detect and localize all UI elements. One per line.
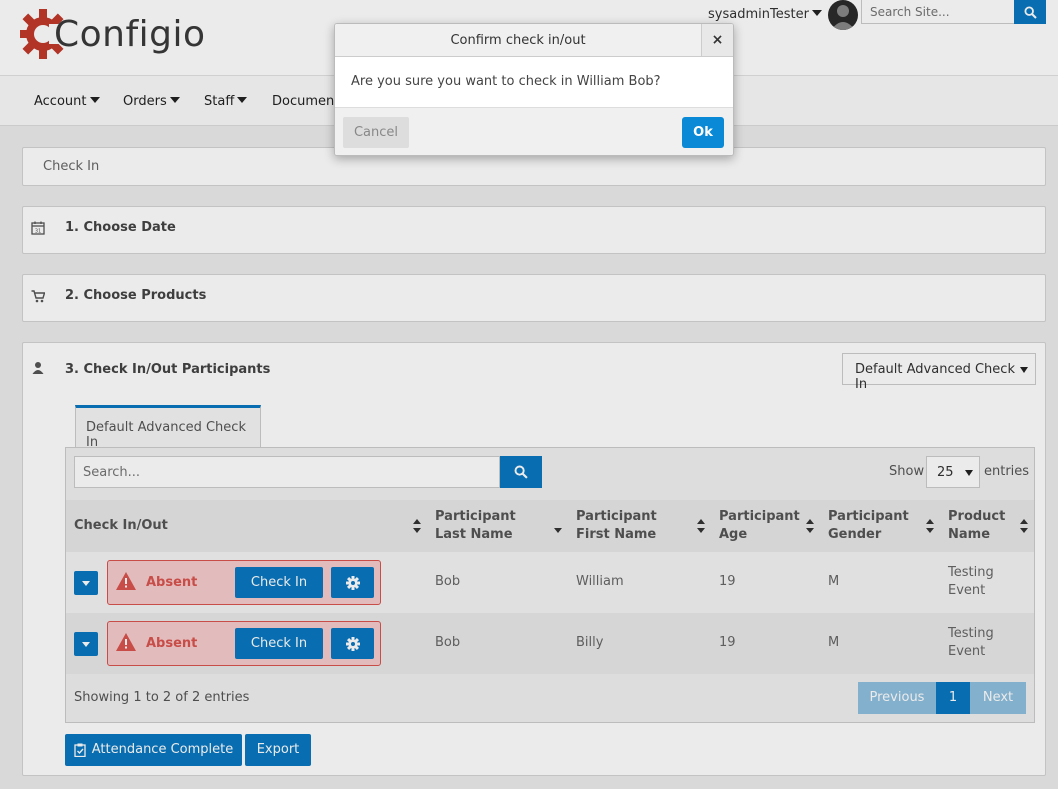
- confirm-check-in-dialog: Confirm check in/out × Are you sure you …: [334, 23, 734, 156]
- dialog-footer: Cancel Ok: [335, 107, 733, 155]
- cancel-button[interactable]: Cancel: [343, 117, 409, 148]
- close-icon[interactable]: ×: [701, 24, 733, 56]
- dialog-header: Confirm check in/out ×: [335, 24, 733, 57]
- ok-button[interactable]: Ok: [682, 117, 724, 148]
- dialog-message: Are you sure you want to check in Willia…: [351, 74, 661, 89]
- dialog-title: Confirm check in/out: [450, 33, 586, 48]
